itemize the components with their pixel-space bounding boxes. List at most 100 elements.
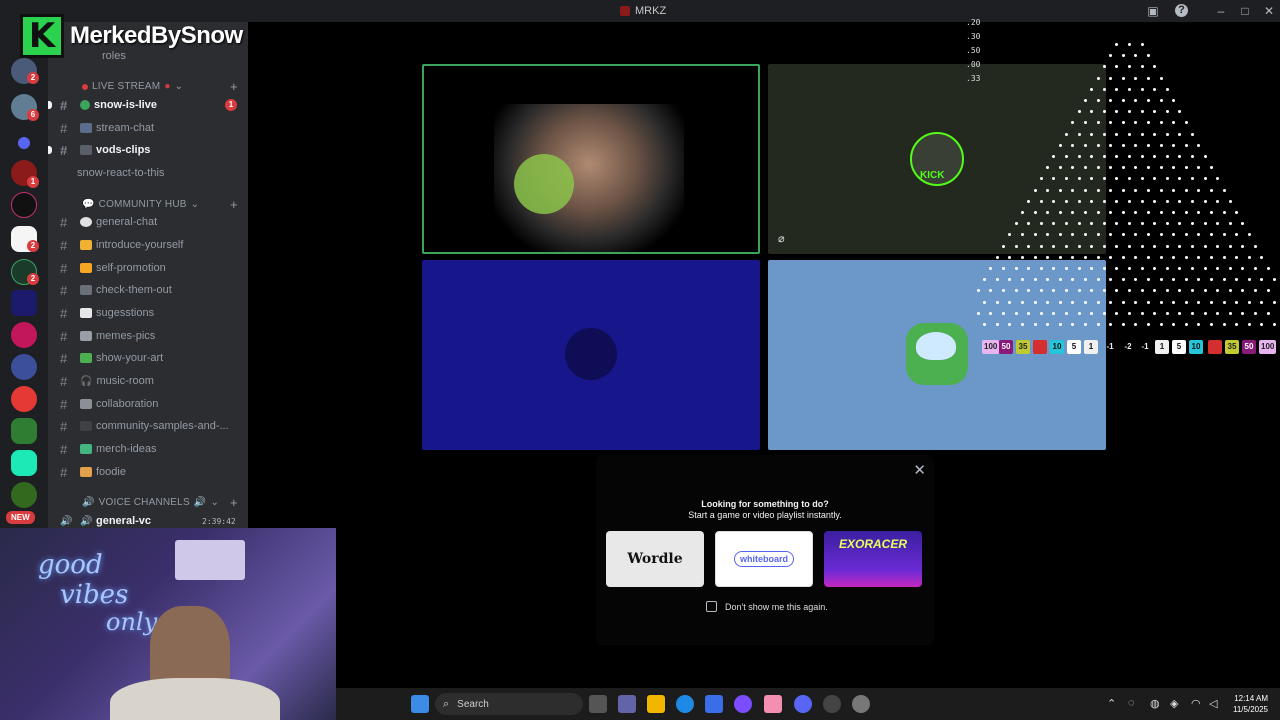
video-tile-speaking[interactable] (422, 64, 760, 254)
video-tile-3[interactable] (422, 260, 760, 450)
camera-icon (80, 145, 92, 155)
channel-snow-is-live[interactable]: # snow-is-live 1 (48, 95, 242, 115)
plinko-peg (1153, 155, 1157, 158)
plinko-peg (1178, 199, 1182, 203)
channel-collaboration[interactable]: # collaboration (60, 394, 242, 414)
channel-snow-react-to-this[interactable]: snow-react-to-this (60, 163, 242, 183)
category-voice-channels[interactable]: 🔊 VOICE CHANNELS 🔊 ⌄ + (62, 495, 238, 510)
app-icon[interactable] (823, 695, 841, 713)
wifi-icon[interactable]: ◠ (1191, 697, 1201, 710)
plinko-peg (1065, 155, 1068, 158)
server-icon-10[interactable] (11, 386, 37, 412)
channel-foodie[interactable]: # foodie (60, 462, 242, 482)
add-channel-icon[interactable]: + (230, 495, 238, 510)
taskbar-clock[interactable]: 12:14 AM 11/5/2025 (1226, 693, 1268, 715)
server-icon-8[interactable] (11, 322, 37, 348)
close-icon[interactable]: ✕ (913, 461, 926, 479)
plinko-peg (1083, 99, 1087, 102)
chevron-up-icon[interactable]: ⌃ (1107, 697, 1116, 710)
tray-icon[interactable]: ◈ (1170, 697, 1178, 710)
video-tile-4[interactable] (768, 260, 1106, 450)
app-icon[interactable] (764, 695, 782, 713)
file-explorer-icon[interactable] (647, 695, 665, 713)
plinko-peg (1178, 222, 1182, 226)
close-window-button[interactable]: ✕ (1261, 3, 1277, 19)
taskbar-search[interactable]: ⌕ Search (435, 693, 583, 715)
folder-icon[interactable] (18, 137, 30, 149)
category-community-hub[interactable]: 💬 COMMUNITY HUB ⌄ + (62, 197, 238, 212)
plinko-peg (1128, 199, 1131, 203)
plinko-peg (1134, 255, 1138, 259)
plinko-peg (1191, 311, 1194, 315)
channel-merch-ideas[interactable]: # merch-ideas (60, 439, 242, 459)
add-channel-icon[interactable]: + (230, 197, 238, 212)
channel-show-your-art[interactable]: # show-your-art (60, 348, 242, 368)
plinko-peg (1039, 199, 1043, 203)
plinko-peg (1102, 132, 1106, 136)
windows-start-icon[interactable] (411, 695, 429, 713)
channel-memes-pics[interactable]: # memes-pics (60, 326, 242, 346)
activity-card-exoracer[interactable]: EXORACER (824, 531, 922, 587)
dont-show-checkbox[interactable]: Don't show me this again. (706, 601, 828, 612)
channel-self-promotion[interactable]: # self-promotion (60, 258, 242, 278)
plinko-peg (1121, 166, 1125, 170)
channel-label: merch-ideas (96, 443, 157, 455)
maximize-button[interactable]: □ (1237, 3, 1253, 19)
channel-check-them-out[interactable]: # check-them-out (60, 280, 242, 300)
plinko-peg (1058, 143, 1062, 147)
checkbox[interactable] (706, 601, 717, 612)
channel-general-chat[interactable]: # general-chat (60, 212, 242, 232)
channel-introduce-yourself[interactable]: # introduce-yourself (60, 235, 242, 255)
help-icon[interactable]: ? (1175, 4, 1188, 17)
channel-vods-clips[interactable]: # vods-clips (48, 140, 242, 160)
server-icon-7[interactable] (11, 290, 37, 316)
channel-music-room[interactable]: # 🎧 music-room (60, 371, 242, 391)
store-icon[interactable] (705, 695, 723, 713)
channel-community-samples[interactable]: # community-samples-and-... (60, 416, 242, 436)
plinko-peg (1209, 211, 1213, 214)
plinko-peg (1266, 289, 1270, 293)
hash-icon: # (60, 373, 68, 389)
discord-icon[interactable] (794, 695, 812, 713)
plinko-peg (1165, 155, 1169, 158)
tray-icon[interactable]: ◍ (1150, 697, 1160, 710)
server-badge: 2 (27, 72, 39, 84)
settings-icon[interactable] (852, 695, 870, 713)
chevron-down-icon: ⌄ (210, 497, 220, 508)
minimize-button[interactable]: – (1213, 3, 1229, 19)
plinko-peg (1165, 267, 1169, 270)
activity-card-whiteboard[interactable]: whiteboard (715, 531, 813, 587)
plinko-peg (1128, 155, 1131, 158)
inbox-icon[interactable]: ▣ (1145, 3, 1161, 19)
unread-indicator (48, 101, 52, 109)
channel-sugesstions[interactable]: # sugesstions (60, 303, 242, 323)
server-icon-4[interactable] (11, 192, 37, 218)
task-view-icon[interactable] (589, 695, 607, 713)
server-icon-13[interactable] (11, 482, 37, 508)
volume-icon[interactable]: ◁ (1209, 697, 1217, 710)
channel-label: snow-react-to-this (77, 167, 165, 179)
server-icon-11[interactable] (11, 418, 37, 444)
plinko-peg (1153, 222, 1157, 226)
plinko-peg (1083, 211, 1087, 214)
copilot-icon[interactable] (734, 695, 752, 713)
channel-label: music-room (96, 375, 154, 387)
participant-video (514, 154, 574, 214)
hash-icon: # (60, 441, 68, 457)
plinko-peg (1172, 143, 1176, 147)
plinko-peg (1096, 99, 1100, 102)
plinko-peg (1090, 132, 1094, 136)
speaker-icon: 🔊 (80, 515, 93, 527)
activity-card-wordle[interactable]: Wordle (606, 531, 704, 587)
server-icon-9[interactable] (11, 354, 37, 380)
video-tile-2[interactable]: KICK ⌀ (768, 64, 1106, 254)
server-icon-12[interactable] (11, 450, 37, 476)
add-channel-icon[interactable]: + (230, 79, 238, 94)
tray-icon[interactable]: ◌ (1128, 697, 1135, 709)
channel-stream-chat[interactable]: # stream-chat (60, 118, 242, 138)
category-live-stream[interactable]: LIVE STREAM ● ⌄ + (62, 79, 238, 94)
plinko-peg (1228, 222, 1232, 226)
teams-icon[interactable] (618, 695, 636, 713)
plinko-peg (1191, 289, 1194, 293)
edge-icon[interactable] (676, 695, 694, 713)
